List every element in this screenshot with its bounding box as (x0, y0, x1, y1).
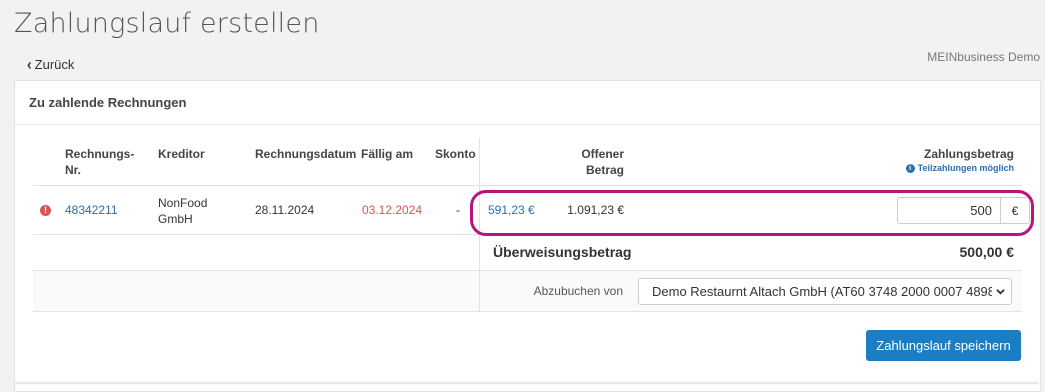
company-name: MEINbusiness Demo (927, 50, 1040, 64)
debit-account-value: Demo Restaurnt Altach GmbH (AT60 3748 20… (652, 284, 992, 299)
amount-link[interactable]: 591,23 € (488, 203, 535, 217)
due-date: 03.12.2024 (362, 203, 423, 217)
header-discount: Skonto (435, 147, 476, 161)
header-open-line1: Offener (581, 147, 624, 161)
header-open-line2: Betrag (585, 163, 624, 177)
partial-note-text: Teilzahlungen möglich (917, 163, 1014, 173)
table-divider (33, 234, 1022, 235)
back-label: Zurück (34, 56, 75, 72)
debit-label: Abzubuchen von (533, 284, 623, 298)
transfer-value: 500,00 € (959, 244, 1015, 260)
header-invoice-date: Rechnungsdatum (255, 147, 357, 161)
back-link[interactable]: ‹ Zurück (27, 55, 75, 73)
discount-value: - (456, 203, 460, 217)
footer-row-bg (33, 271, 479, 311)
partial-payment-note: i Teilzahlungen möglich (860, 163, 1014, 173)
creditor-line1: NonFood (158, 196, 208, 210)
chevron-left-icon: ‹ (27, 55, 32, 73)
creditor-line2: GmbH (158, 212, 193, 226)
panel-title: Zu zahlende Rechnungen (15, 81, 1040, 125)
header-creditor: Kreditor (158, 147, 205, 161)
table-divider (33, 311, 1022, 312)
header-invoice-no-line2: Nr. (65, 163, 82, 177)
header-invoice-no: Rechnungs- Nr. (65, 146, 134, 178)
info-icon: i (905, 164, 915, 173)
header-open-amount: Offener Betrag (540, 146, 624, 178)
invoice-number-link[interactable]: 48342211 (65, 203, 118, 217)
header-invoice-no-line1: Rechnungs- (65, 147, 135, 161)
table-divider (33, 185, 1022, 186)
payment-amount-group: € (897, 197, 1030, 224)
open-amount: 1.091,23 € (567, 203, 624, 217)
save-payment-run-button[interactable]: Zahlungslauf speichern (866, 330, 1021, 361)
chevron-down-icon (996, 289, 1005, 295)
page-title: Zahlungslauf erstellen (14, 8, 320, 39)
header-payment-amount: Zahlungsbetrag (923, 147, 1014, 161)
transfer-label: Überweisungsbetrag (493, 244, 632, 260)
invoice-date: 28.11.2024 (255, 203, 315, 217)
header-due-date: Fällig am (361, 147, 414, 161)
payment-amount-input[interactable] (897, 197, 1000, 224)
currency-addon: € (1000, 197, 1030, 224)
creditor-name: NonFood GmbH (158, 195, 207, 227)
exclamation-circle-icon: ! (40, 205, 51, 216)
debit-account-select[interactable]: Demo Restaurnt Altach GmbH (AT60 3748 20… (638, 278, 1012, 305)
